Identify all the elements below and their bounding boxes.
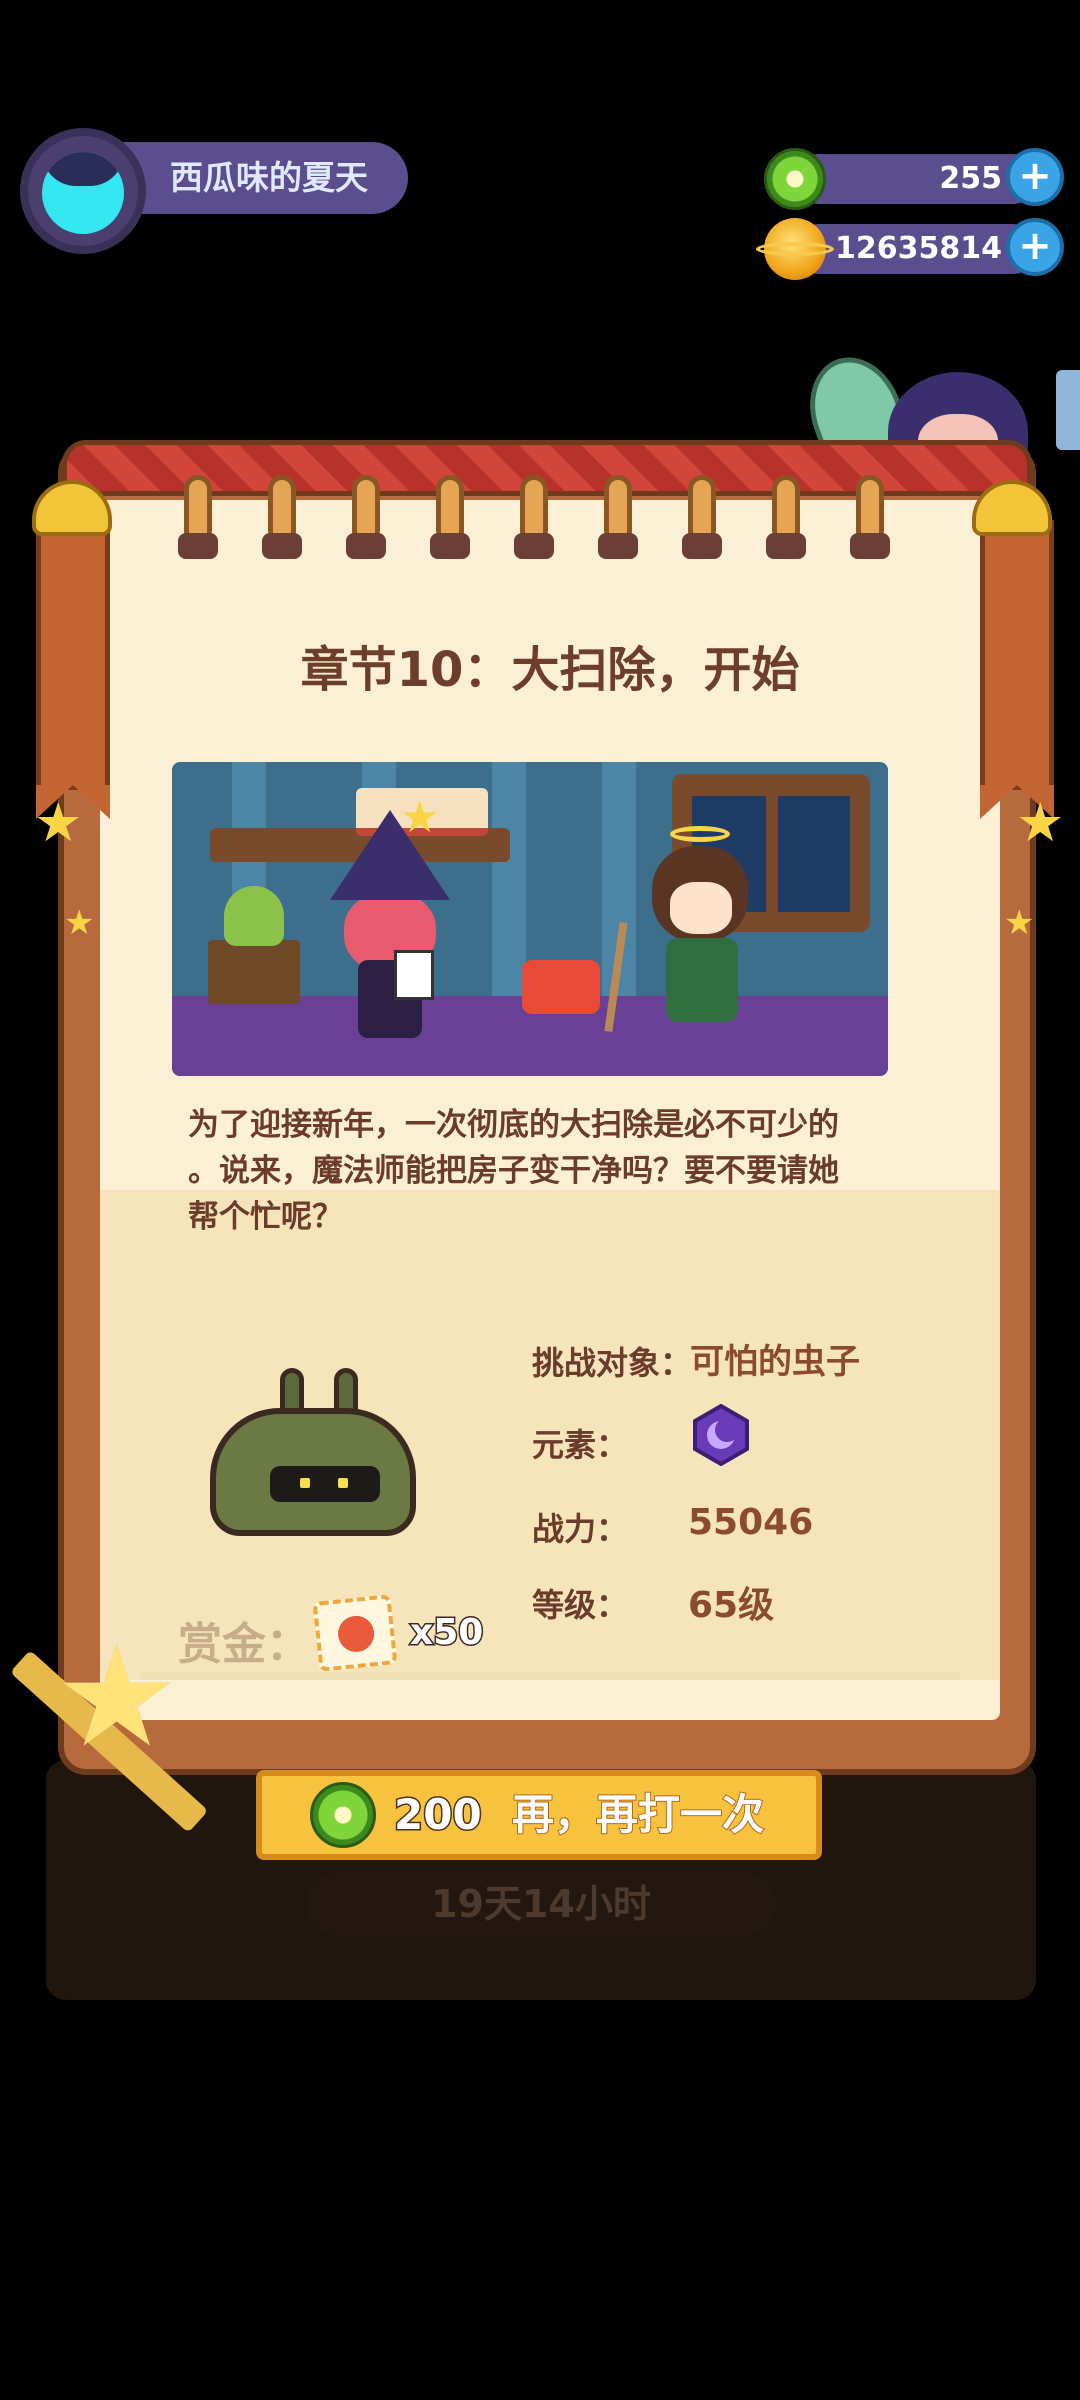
- binder-ring: [682, 475, 722, 585]
- add-green-coin-button[interactable]: +: [1006, 148, 1064, 206]
- timer-text: 19天14小时: [431, 1882, 651, 1926]
- gold-coin-amount: 12635814: [835, 231, 1002, 266]
- gold-planet-coin-icon: [756, 218, 834, 280]
- chapter-title: 章节10：大扫除，开始: [300, 642, 800, 698]
- target-value: 可怕的虫子: [690, 1342, 860, 1382]
- player-profile[interactable]: 西瓜味的夏天: [20, 128, 408, 258]
- level-value: 65级: [688, 1585, 775, 1626]
- star-icon: ★: [1016, 791, 1065, 854]
- binder-ring: [346, 475, 386, 585]
- retry-label: 再，再打一次: [511, 1789, 765, 1840]
- target-label: 挑战对象：: [532, 1344, 693, 1382]
- star-icon: ★: [34, 791, 83, 854]
- witch-character: ★: [330, 792, 450, 1040]
- binder-ring: [766, 475, 806, 585]
- level-label: 等级：: [532, 1586, 629, 1624]
- chapter-description: 为了迎接新年，一次彻底的大扫除是必不可少的 。说来，魔法师能把房子变干净吗？要不…: [188, 1107, 839, 1235]
- event-timer: 19天14小时: [306, 1872, 776, 1936]
- chapter-illustration: ★: [172, 762, 888, 1076]
- star-icon: ★: [64, 903, 95, 943]
- binder-ring: [850, 475, 890, 585]
- left-banner-decoration: [36, 520, 110, 819]
- binder-ring: [430, 475, 470, 585]
- retry-button[interactable]: 200 再，再打一次: [256, 1770, 822, 1860]
- binder-ring: [178, 475, 218, 585]
- bug-monster-icon: [210, 1368, 416, 1538]
- currency-gold-coin: 12635814 +: [756, 218, 1064, 280]
- element-label: 元素：: [532, 1426, 629, 1464]
- currency-green-coin: 255 +: [764, 148, 1064, 210]
- green-ring-coin-icon: [310, 1782, 376, 1848]
- boy-character: [642, 826, 762, 1056]
- food-ticket-icon: [312, 1594, 398, 1672]
- side-menu-tab[interactable]: [1056, 370, 1080, 450]
- binder-ring: [598, 475, 638, 585]
- add-gold-coin-button[interactable]: +: [1006, 218, 1064, 276]
- purple-moon-element-icon: [693, 1404, 749, 1466]
- reward-label: 赏金：: [178, 1619, 310, 1670]
- reward-count: x50: [408, 1611, 484, 1655]
- star-icon: ★: [54, 1616, 180, 1779]
- power-label: 战力：: [532, 1510, 629, 1548]
- retry-cost: 200: [393, 1789, 484, 1841]
- binder-ring: [514, 475, 554, 585]
- green-ring-coin-icon: [764, 148, 826, 210]
- cat-avatar-icon[interactable]: [20, 128, 146, 254]
- player-name: 西瓜味的夏天: [170, 158, 368, 197]
- green-coin-amount: 255: [939, 161, 1002, 196]
- page-divider: [140, 1672, 960, 1680]
- binder-ring: [262, 475, 302, 585]
- star-icon: ★: [1004, 903, 1035, 943]
- power-value: 55046: [688, 1502, 814, 1543]
